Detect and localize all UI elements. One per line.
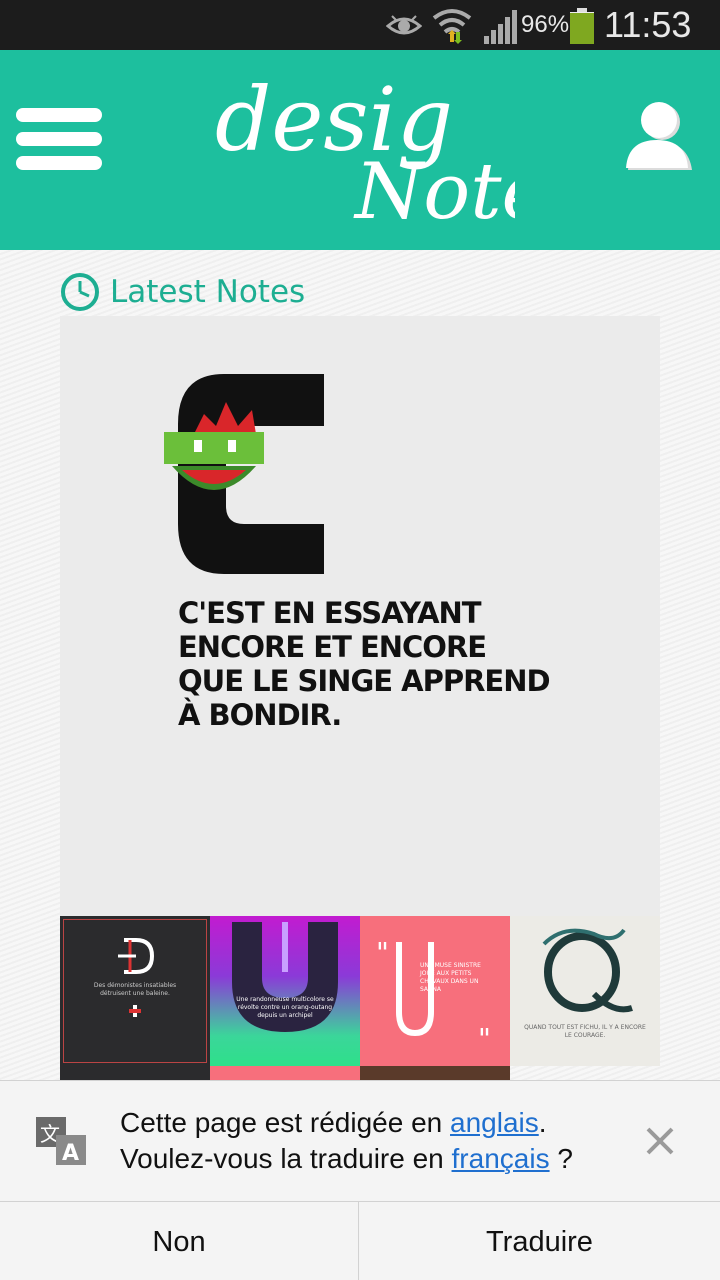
- message-text: ?: [549, 1143, 573, 1174]
- close-icon[interactable]: [640, 1121, 680, 1161]
- note-thumbnail-partial[interactable]: [360, 1066, 510, 1080]
- svg-text:": ": [376, 936, 389, 969]
- thumbnail-caption: UNE MUSE SINISTRE JOUE AUX PETITS CHEVAU…: [420, 962, 481, 993]
- thumbnail-caption: QUAND TOUT EST FICHU, IL Y A ENCORE LE C…: [524, 1024, 646, 1039]
- clock-time: 11:53: [604, 4, 692, 45]
- clock-icon: [61, 273, 99, 311]
- menu-icon-bar: [16, 156, 102, 170]
- target-language-link[interactable]: français: [452, 1143, 550, 1174]
- translate-button[interactable]: Traduire: [360, 1202, 719, 1280]
- quote-line: À BONDIR.: [178, 698, 342, 732]
- featured-note-card[interactable]: C'EST EN ESSAYANT ENCORE ET ENCORE QUE L…: [60, 316, 660, 916]
- menu-icon-bar: [16, 132, 102, 146]
- translate-message: Cette page est rédigée en anglais. Voule…: [120, 1105, 573, 1177]
- thumbnail-caption: Une randonneuse multicolore se révolte c…: [236, 996, 334, 1019]
- content-area: Latest Notes C'EST EN ESSAYANT ENCORE ET…: [0, 250, 720, 1080]
- eye-icon: [386, 15, 422, 35]
- message-text: Voulez-vous la traduire en: [120, 1143, 452, 1174]
- letter-d-icon: [118, 938, 155, 974]
- translate-bar: 文 A Cette page est rédigée en anglais. V…: [0, 1080, 720, 1280]
- app-bar: desig Note: [0, 50, 720, 250]
- decline-button[interactable]: Non: [0, 1202, 359, 1280]
- source-language-link[interactable]: anglais: [450, 1107, 539, 1138]
- translate-icon: 文 A: [36, 1117, 86, 1166]
- quote-line: C'EST EN ESSAYANT: [178, 596, 482, 630]
- message-text: .: [538, 1107, 547, 1138]
- note-thumbnail[interactable]: " " UNE MUSE SINISTRE JOUE AUX PETITS CH…: [360, 916, 510, 1066]
- status-bar: 96% 11:53: [0, 0, 720, 50]
- svg-text:A: A: [62, 1141, 79, 1166]
- menu-button[interactable]: [16, 108, 102, 170]
- quote-line: QUE LE SINGE APPREND: [178, 664, 551, 698]
- wifi-icon: [432, 9, 472, 44]
- note-thumbnail[interactable]: QUAND TOUT EST FICHU, IL Y A ENCORE LE C…: [510, 916, 660, 1066]
- ornament-icon: [129, 1005, 141, 1017]
- section-title: Latest Notes: [110, 274, 306, 310]
- signal-icon: [484, 10, 517, 44]
- svg-text:": ": [478, 1022, 491, 1055]
- thumbnail-caption: Des démonistes insatiables détruisent un…: [93, 982, 177, 997]
- battery-icon: [570, 8, 594, 44]
- thumbnail-grid: Des démonistes insatiables détruisent un…: [60, 916, 660, 1080]
- designote-logo[interactable]: desig Note: [205, 50, 515, 250]
- logo-text-bottom: Note: [353, 147, 515, 237]
- battery-percent: 96%: [521, 11, 570, 38]
- letter-u-quote-illustration: " ": [376, 936, 491, 1055]
- menu-icon-bar: [16, 108, 102, 122]
- note-thumbnail-partial[interactable]: [60, 1066, 210, 1080]
- note-thumbnail-partial[interactable]: [210, 1066, 360, 1080]
- letter-q-illustration: [542, 928, 633, 1013]
- note-thumbnail[interactable]: Une randonneuse multicolore se révolte c…: [210, 916, 360, 1066]
- note-thumbnail[interactable]: Des démonistes insatiables détruisent un…: [60, 916, 210, 1066]
- featured-quote: C'EST EN ESSAYANT ENCORE ET ENCORE QUE L…: [178, 596, 551, 732]
- monkey-c-illustration: [164, 374, 324, 574]
- user-icon[interactable]: [624, 98, 696, 180]
- quote-line: ENCORE ET ENCORE: [178, 630, 487, 664]
- translate-actions: Non Traduire: [0, 1201, 720, 1280]
- message-text: Cette page est rédigée en: [120, 1107, 451, 1138]
